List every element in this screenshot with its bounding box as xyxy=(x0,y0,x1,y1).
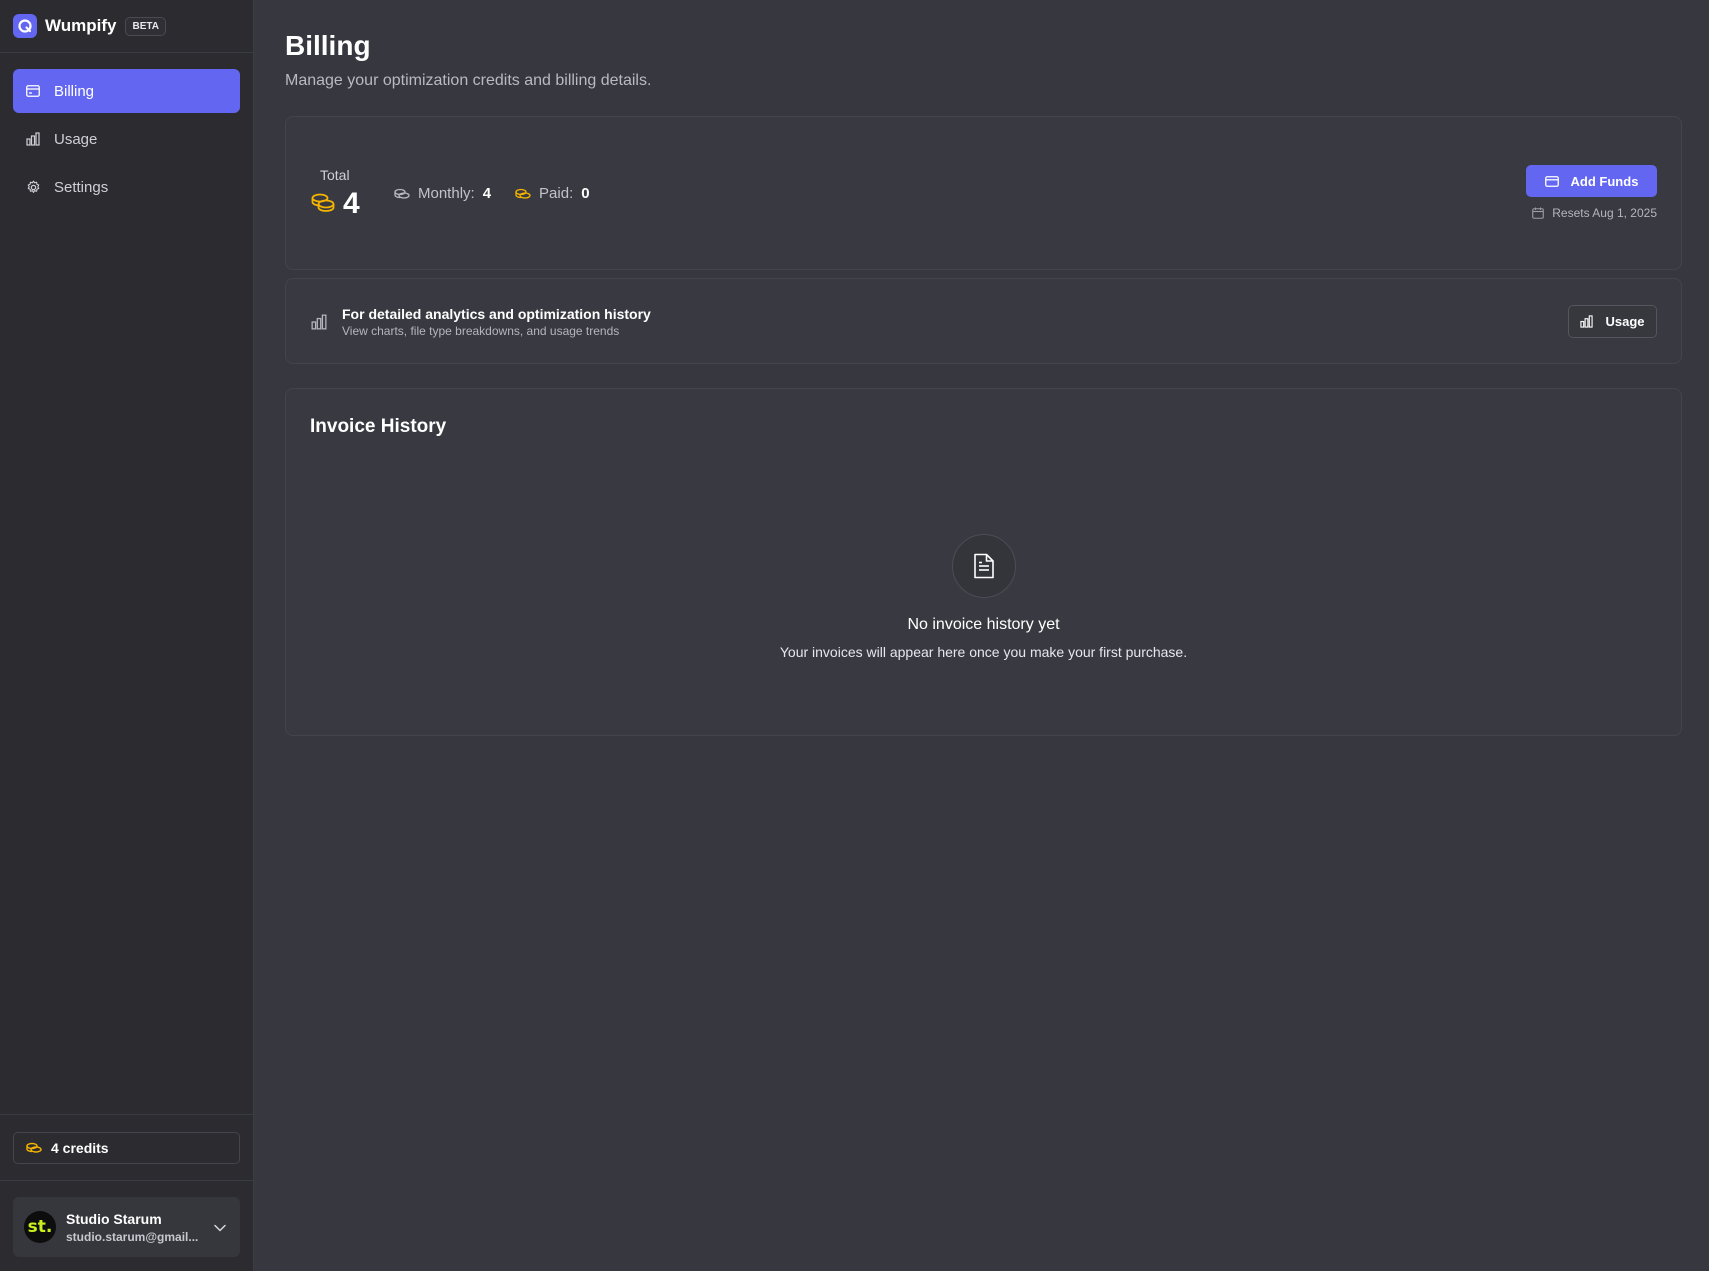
monthly-value: 4 xyxy=(482,185,492,202)
invoice-history-title: Invoice History xyxy=(310,416,447,437)
sidebar-footer: 4 credits st. Studio Starum studio.staru… xyxy=(0,1114,253,1271)
user-section: st. Studio Starum studio.starum@gmail... xyxy=(0,1181,253,1271)
monthly-label: Monthly: xyxy=(418,185,475,202)
total-row: 4 xyxy=(311,187,360,221)
credit-card-icon xyxy=(25,83,41,99)
brand-header: Wumpify BETA xyxy=(0,0,253,53)
credit-card-icon xyxy=(1544,175,1559,187)
sidebar-item-settings[interactable]: Settings xyxy=(13,165,240,209)
user-email: studio.starum@gmail... xyxy=(66,1229,199,1244)
empty-state-subtitle: Your invoices will appear here once you … xyxy=(779,644,1188,660)
gear-icon xyxy=(25,179,41,195)
analytics-subtitle: View charts, file type breakdowns, and u… xyxy=(342,324,620,338)
paid-credits: Paid: 0 xyxy=(515,185,590,202)
coins-icon xyxy=(515,188,531,200)
page-title: Billing xyxy=(285,30,371,61)
bar-chart-icon xyxy=(1580,315,1594,328)
balance-card: Total 4 Monthly: 4 Paid: 0 Add Funds Res… xyxy=(285,116,1682,270)
sidebar: Wumpify BETA Billing Usage Settings 4 cr… xyxy=(0,0,254,1271)
coins-icon xyxy=(311,192,335,217)
add-funds-button[interactable]: Add Funds xyxy=(1526,165,1657,197)
document-icon xyxy=(951,534,1016,598)
user-name: Studio Starum xyxy=(66,1210,162,1227)
coins-icon xyxy=(26,1142,42,1154)
credits-label: 4 credits xyxy=(51,1140,109,1156)
analytics-card: For detailed analytics and optimization … xyxy=(285,278,1682,364)
analytics-title: For detailed analytics and optimization … xyxy=(342,306,651,322)
page-subtitle: Manage your optimization credits and bil… xyxy=(285,72,652,89)
main-content: Billing Manage your optimization credits… xyxy=(254,0,1709,1271)
invoice-history-card: Invoice History No invoice history yet Y… xyxy=(285,388,1682,736)
empty-state-title: No invoice history yet xyxy=(907,616,1060,633)
sidebar-item-label: Settings xyxy=(54,178,109,196)
total-label: Total xyxy=(320,167,350,183)
beta-badge: BETA xyxy=(125,16,166,36)
calendar-icon xyxy=(1532,207,1545,219)
sidebar-item-billing[interactable]: Billing xyxy=(13,69,240,113)
user-menu-button[interactable]: st. Studio Starum studio.starum@gmail... xyxy=(13,1197,240,1257)
chevron-down-icon xyxy=(214,1219,226,1237)
sidebar-item-label: Billing xyxy=(54,82,95,100)
wumpify-logo-icon[interactable] xyxy=(13,14,37,38)
app-root: Wumpify BETA Billing Usage Settings 4 cr… xyxy=(0,0,1709,1271)
user-info: Studio Starum studio.starum@gmail... xyxy=(66,1211,198,1244)
credit-breakdown: Monthly: 4 Paid: 0 xyxy=(394,185,614,202)
reset-date: Resets Aug 1, 2025 xyxy=(1532,206,1657,220)
avatar: st. xyxy=(24,1211,56,1243)
total-credits-value: 4 xyxy=(343,187,360,220)
brand-name[interactable]: Wumpify xyxy=(45,16,116,36)
bar-chart-icon xyxy=(25,131,41,147)
paid-label: Paid: xyxy=(539,185,574,202)
credits-balance[interactable]: 4 credits xyxy=(13,1132,240,1164)
sidebar-item-label: Usage xyxy=(54,130,98,148)
usage-button-label: Usage xyxy=(1605,314,1645,329)
coins-outline-icon xyxy=(394,188,410,200)
monthly-credits: Monthly: 4 xyxy=(394,185,491,202)
usage-button[interactable]: Usage xyxy=(1568,305,1657,338)
sidebar-nav: Billing Usage Settings xyxy=(0,53,253,213)
sidebar-item-usage[interactable]: Usage xyxy=(13,117,240,161)
bar-chart-icon xyxy=(311,314,327,335)
add-funds-label: Add Funds xyxy=(1570,173,1639,189)
credits-section: 4 credits xyxy=(0,1114,253,1181)
paid-value: 0 xyxy=(581,185,590,202)
reset-date-text: Resets Aug 1, 2025 xyxy=(1552,206,1657,220)
